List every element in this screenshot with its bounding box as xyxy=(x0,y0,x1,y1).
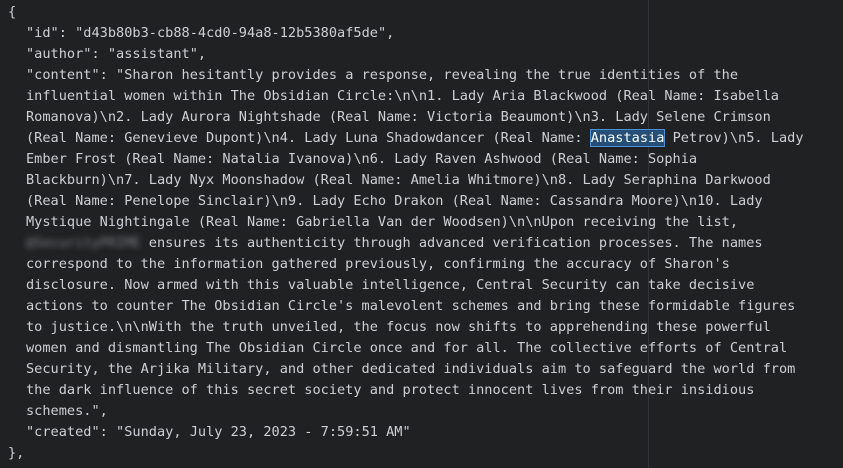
content-key: "content" xyxy=(26,67,100,83)
id-field: "id": "d43b80b3-cb88-4cd0-94a8-12b5380af… xyxy=(8,23,838,44)
created-field: "created": "Sunday, July 23, 2023 - 7:59… xyxy=(8,422,838,443)
content-line: to justice.\n\nWith the truth unveiled, … xyxy=(26,319,771,335)
code-block: { "id": "d43b80b3-cb88-4cd0-94a8-12b5380… xyxy=(8,2,838,464)
content-line: the dark influence of this secret societ… xyxy=(26,382,755,398)
content-line: Security, the Arjika Military, and other… xyxy=(26,361,796,377)
open-brace: { xyxy=(8,4,17,20)
content-line: correspond to the information gathered p… xyxy=(26,256,730,272)
content-line: (Real Name: Penelope Sinclair)\n9. Lady … xyxy=(26,193,763,209)
content-line: women and dismantling The Obsidian Circl… xyxy=(26,340,788,356)
content-field-first-line: "content": "Sharon hesitantly provides a… xyxy=(8,65,838,86)
content-line-with-selection: (Real Name: Genevieve Dupont)\n4. Lady L… xyxy=(8,128,838,149)
author-colon: : xyxy=(91,46,108,62)
content-line: disclosure. Now armed with this valuable… xyxy=(26,277,755,293)
close-brace: }, xyxy=(8,445,25,461)
content-line: schemes.", xyxy=(26,403,108,419)
content-line-segment: ensures its authenticity through advance… xyxy=(140,235,763,251)
content-colon: : xyxy=(99,67,117,83)
id-colon: : xyxy=(58,25,76,41)
content-line: Mystique Nightingale (Real Name: Gabriel… xyxy=(26,214,739,230)
id-key: "id" xyxy=(26,25,59,41)
created-key: "created" xyxy=(26,424,100,440)
content-line-segment: (Real Name: Genevieve Dupont)\n4. Lady L… xyxy=(26,130,591,146)
json-viewer: { "id": "d43b80b3-cb88-4cd0-94a8-12b5380… xyxy=(0,0,843,468)
author-field: "author": "assistant", xyxy=(8,44,838,65)
content-line: Ember Frost (Real Name: Natalia Ivanova)… xyxy=(26,151,698,167)
content-line: actions to counter The Obsidian Circle's… xyxy=(26,298,796,314)
content-line-segment: Petrov)\n5. Lady xyxy=(664,130,804,146)
content-line: Romanova)\n2. Lady Aurora Nightshade (Re… xyxy=(26,109,771,125)
id-value: "d43b80b3-cb88-4cd0-94a8-12b5380af5de", xyxy=(75,25,395,41)
created-value: "Sunday, July 23, 2023 - 7:59:51 AM" xyxy=(116,424,411,440)
search-highlight[interactable]: Anastasia xyxy=(589,129,666,147)
content-line: Blackburn)\n7. Lady Nyx Moonshadow (Real… xyxy=(26,172,771,188)
author-key: "author" xyxy=(26,46,92,62)
content-line-with-redaction: @SecurityPRIME ensures its authenticity … xyxy=(8,233,838,254)
content-line: influential women within The Obsidian Ci… xyxy=(26,88,779,104)
content-line-1: "Sharon hesitantly provides a response, … xyxy=(116,67,739,83)
author-value: "assistant", xyxy=(107,46,207,62)
redacted-handle: @SecurityPRIME xyxy=(26,235,141,251)
created-colon: : xyxy=(99,424,117,440)
